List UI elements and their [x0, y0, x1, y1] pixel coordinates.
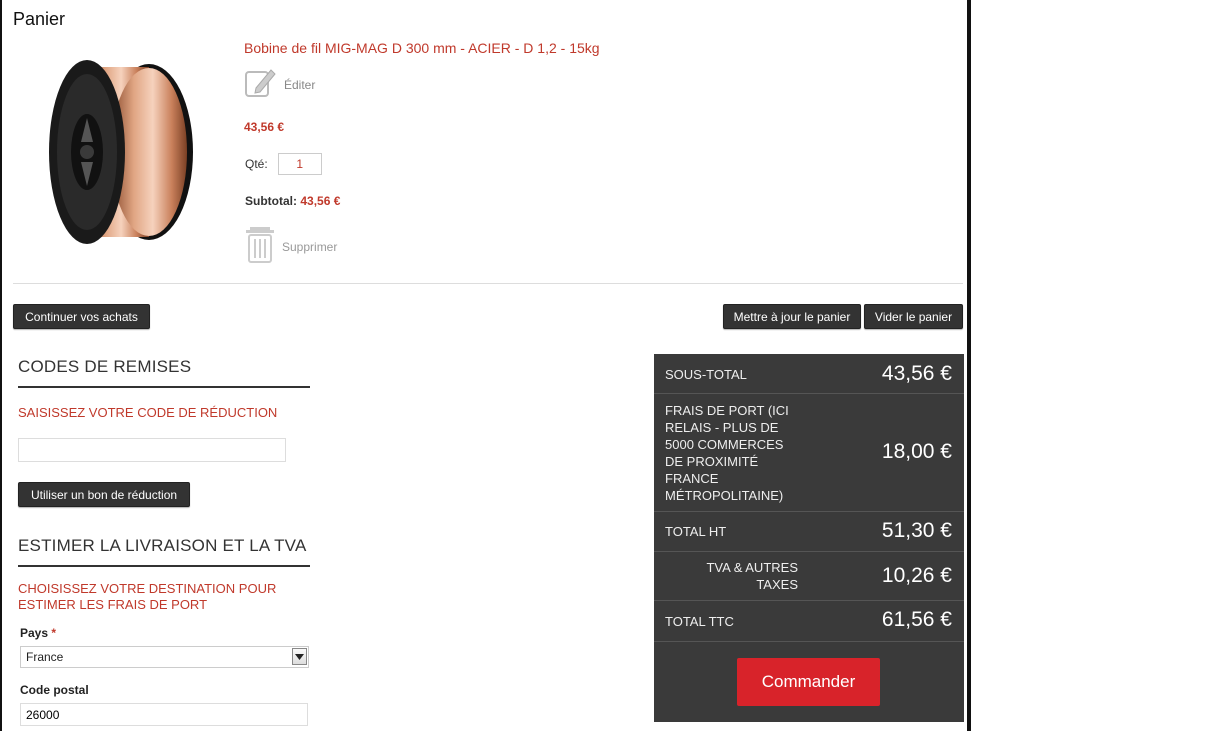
quantity-group: Qté: [245, 153, 322, 175]
trash-icon [244, 226, 276, 267]
total-ttc-value: 61,56 € [881, 608, 952, 631]
cart-divider [13, 283, 963, 284]
tax-label: TVA & AUTRES TAXES [706, 560, 798, 592]
total-ht-value: 51,30 € [881, 519, 952, 542]
apply-discount-button[interactable]: Utiliser un bon de réduction [18, 482, 190, 507]
tax-value: 10,26 € [881, 564, 952, 587]
checkout-button[interactable]: Commander [737, 658, 880, 706]
postcode-input[interactable] [20, 703, 308, 726]
shipping-heading: ESTIMER LA LIVRAISON ET LA TVA [18, 536, 307, 555]
postcode-label: Code postal [20, 683, 89, 697]
country-label-text: Pays [20, 626, 49, 640]
subtotal-value: 43,56 € [300, 194, 341, 208]
item-price: 43,56 € [244, 120, 285, 134]
page-title: Panier [13, 9, 66, 29]
shipping-heading-rule [18, 565, 310, 567]
discount-heading: CODES DE REMISES [18, 357, 192, 376]
quantity-input[interactable] [277, 153, 322, 175]
cart-totals-panel: SOUS-TOTAL 43,56 € FRAIS DE PORT (ICI RE… [654, 354, 964, 722]
country-select[interactable]: France [20, 646, 309, 668]
totals-row-shipping: FRAIS DE PORT (ICI RELAIS - PLUS DE 5000… [654, 394, 964, 512]
delete-item-button[interactable]: Supprimer [244, 226, 337, 267]
cart-page: Panier Bobine de fil MIG-MAG D 300 mm - … [0, 0, 971, 731]
discount-heading-rule [18, 386, 310, 388]
subtotal-label: Subtotal: [245, 194, 297, 208]
discount-label: SAISISSEZ VOTRE CODE DE RÉDUCTION [18, 405, 278, 420]
product-name-link[interactable]: Bobine de fil MIG-MAG D 300 mm - ACIER -… [244, 40, 600, 56]
wire-spool-image[interactable] [47, 50, 197, 250]
edit-label: Éditer [284, 77, 316, 92]
totals-row-subtotal: SOUS-TOTAL 43,56 € [654, 354, 964, 394]
totals-row-ht: TOTAL HT 51,30 € [654, 512, 964, 552]
chevron-down-icon[interactable] [292, 648, 307, 665]
subtotal-total-value: 43,56 € [881, 362, 952, 385]
shipping-fee-label: FRAIS DE PORT (ICI RELAIS - PLUS DE 5000… [665, 403, 789, 503]
item-subtotal: Subtotal: 43,56 € [245, 194, 340, 208]
discount-code-input[interactable] [18, 438, 286, 462]
pencil-icon [244, 66, 276, 103]
totals-row-tax: TVA & AUTRES TAXES 10,26 € [654, 552, 964, 601]
subtotal-total-label: SOUS-TOTAL [665, 367, 747, 382]
totals-row-ttc: TOTAL TTC 61,56 € [654, 601, 964, 642]
delete-label: Supprimer [282, 239, 338, 254]
empty-cart-button[interactable]: Vider le panier [864, 304, 963, 329]
continue-shopping-button[interactable]: Continuer vos achats [13, 304, 150, 329]
update-cart-button[interactable]: Mettre à jour le panier [723, 304, 861, 329]
country-label: Pays * [20, 626, 56, 640]
total-ht-label: TOTAL HT [665, 524, 727, 539]
country-selected-value: France [26, 650, 64, 664]
quantity-label: Qté: [245, 157, 268, 171]
shipping-fee-value: 18,00 € [881, 440, 952, 463]
required-marker: * [51, 626, 57, 640]
total-ttc-label: TOTAL TTC [665, 614, 734, 629]
edit-item-button[interactable]: Éditer [244, 66, 315, 103]
shipping-label: CHOISISSEZ VOTRE DESTINATION POUR ESTIME… [18, 581, 277, 612]
